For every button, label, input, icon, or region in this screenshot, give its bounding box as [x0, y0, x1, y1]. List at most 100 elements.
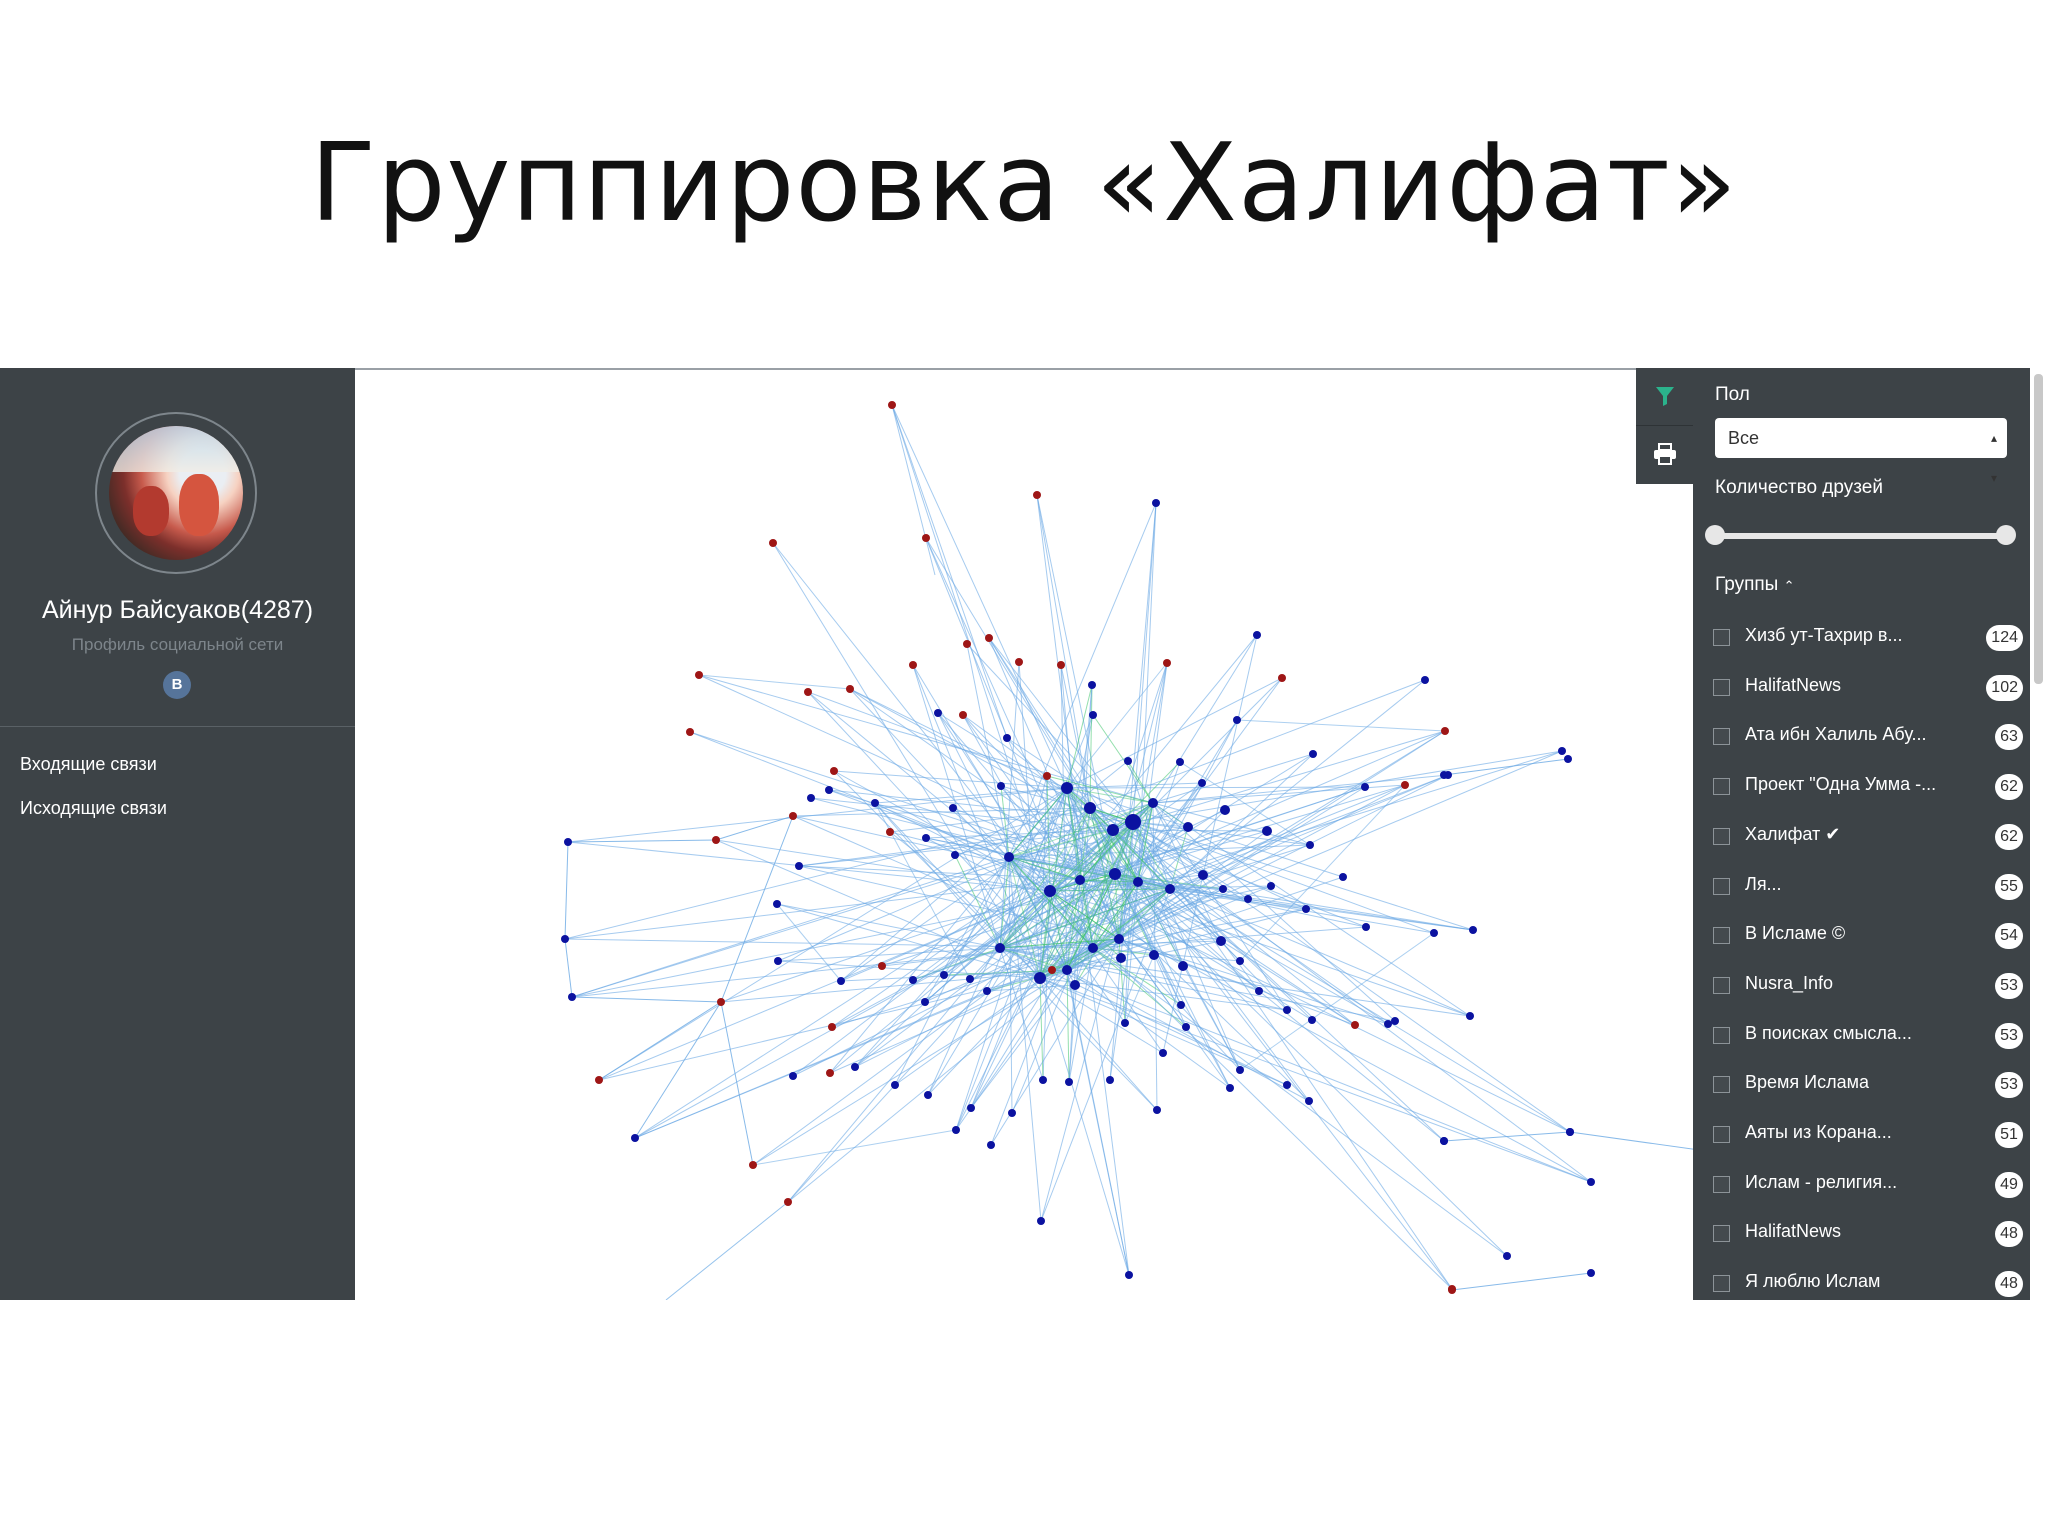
graph-node-blue[interactable]: [1198, 870, 1208, 880]
graph-node-blue[interactable]: [1182, 1023, 1190, 1031]
group-row[interactable]: Халифат ✔ 62: [1713, 819, 2023, 859]
group-row[interactable]: Хизб ут-Тахрир в... 124: [1713, 620, 2023, 660]
graph-node-blue[interactable]: [1236, 1066, 1244, 1074]
graph-node-blue[interactable]: [983, 987, 991, 995]
graph-node-blue[interactable]: [1362, 923, 1370, 931]
graph-node-blue[interactable]: [1421, 676, 1429, 684]
graph-node-red[interactable]: [922, 534, 930, 542]
graph-node-blue[interactable]: [1107, 824, 1119, 836]
graph-node-red[interactable]: [1057, 661, 1065, 669]
scrollbar-thumb[interactable]: [2034, 374, 2043, 684]
slider-min-handle[interactable]: [1705, 525, 1725, 545]
group-row[interactable]: HalifatNews 102: [1713, 670, 2023, 710]
graph-node-blue[interactable]: [1302, 905, 1310, 913]
graph-node-blue[interactable]: [1065, 1078, 1073, 1086]
scrollbar[interactable]: [2030, 368, 2048, 1300]
graph-node-red[interactable]: [695, 671, 703, 679]
graph-node-blue[interactable]: [1391, 1017, 1399, 1025]
graph-node-blue[interactable]: [1384, 1020, 1392, 1028]
graph-node-red[interactable]: [886, 828, 894, 836]
graph-node-blue[interactable]: [825, 786, 833, 794]
graph-node-blue[interactable]: [1037, 1217, 1045, 1225]
graph-node-blue[interactable]: [1075, 875, 1085, 885]
graph-node-red[interactable]: [985, 634, 993, 642]
graph-node-blue[interactable]: [1178, 961, 1188, 971]
graph-node-blue[interactable]: [921, 998, 929, 1006]
graph-node-blue[interactable]: [1125, 814, 1141, 830]
group-checkbox[interactable]: [1713, 1175, 1730, 1193]
print-button[interactable]: [1636, 426, 1693, 482]
graph-node-blue[interactable]: [1109, 868, 1121, 880]
group-row[interactable]: Ля... 55: [1713, 869, 2023, 909]
graph-node-red[interactable]: [878, 962, 886, 970]
graph-node-blue[interactable]: [1305, 1097, 1313, 1105]
group-checkbox[interactable]: [1713, 877, 1730, 895]
graph-node-red[interactable]: [1043, 772, 1051, 780]
slider-max-handle[interactable]: [1996, 525, 2016, 545]
graph-node-blue[interactable]: [966, 975, 974, 983]
graph-node-blue[interactable]: [995, 943, 1005, 953]
group-row[interactable]: В поисках смысла... 53: [1713, 1018, 2023, 1058]
graph-node-blue[interactable]: [1503, 1252, 1511, 1260]
group-checkbox[interactable]: [1713, 1076, 1730, 1094]
graph-node-blue[interactable]: [1153, 1106, 1161, 1114]
graph-node-red[interactable]: [1048, 966, 1056, 974]
group-row[interactable]: Nusra_Info 53: [1713, 968, 2023, 1008]
graph-node-red[interactable]: [717, 998, 725, 1006]
graph-node-red[interactable]: [1448, 1286, 1456, 1294]
graph-node-red[interactable]: [686, 728, 694, 736]
incoming-links-link[interactable]: Входящие связи: [20, 754, 157, 775]
network-graph-svg[interactable]: [355, 370, 1693, 1300]
graph-node-red[interactable]: [828, 1023, 836, 1031]
group-row[interactable]: В Исламе © 54: [1713, 918, 2023, 958]
graph-node-red[interactable]: [909, 661, 917, 669]
graph-node-blue[interactable]: [1152, 499, 1160, 507]
graph-node-red[interactable]: [804, 688, 812, 696]
graph-node-blue[interactable]: [1226, 1084, 1234, 1092]
graph-node-blue[interactable]: [1308, 1016, 1316, 1024]
graph-node-blue[interactable]: [922, 834, 930, 842]
graph-node-blue[interactable]: [1466, 1012, 1474, 1020]
graph-node-blue[interactable]: [1084, 802, 1096, 814]
filter-button[interactable]: [1636, 368, 1693, 424]
graph-node-blue[interactable]: [1339, 873, 1347, 881]
graph-node-blue[interactable]: [789, 1072, 797, 1080]
graph-node-blue[interactable]: [1244, 895, 1252, 903]
graph-node-blue[interactable]: [1361, 783, 1369, 791]
graph-node-blue[interactable]: [1159, 1049, 1167, 1057]
graph-node-blue[interactable]: [1034, 972, 1046, 984]
group-checkbox[interactable]: [1713, 1126, 1730, 1143]
graph-node-blue[interactable]: [1564, 755, 1572, 763]
graph-node-blue[interactable]: [1044, 885, 1056, 897]
graph-node-blue[interactable]: [949, 804, 957, 812]
graph-node-blue[interactable]: [851, 1063, 859, 1071]
group-checkbox[interactable]: [1713, 629, 1730, 646]
graph-node-blue[interactable]: [1121, 1019, 1129, 1027]
graph-node-blue[interactable]: [1220, 805, 1230, 815]
graph-node-blue[interactable]: [909, 976, 917, 984]
graph-node-blue[interactable]: [1124, 757, 1132, 765]
graph-node-blue[interactable]: [807, 794, 815, 802]
avatar[interactable]: [109, 426, 243, 560]
vk-icon[interactable]: B: [163, 671, 191, 699]
graph-node-red[interactable]: [1278, 674, 1286, 682]
graph-node-blue[interactable]: [1183, 822, 1193, 832]
groups-toggle[interactable]: Группы ⌃: [1715, 574, 1795, 596]
group-row[interactable]: HalifatNews 48: [1713, 1216, 2023, 1256]
graph-node-red[interactable]: [1163, 659, 1171, 667]
graph-node-blue[interactable]: [1008, 1109, 1016, 1117]
graph-node-blue[interactable]: [1070, 980, 1080, 990]
gender-select[interactable]: Все ▴ ▾: [1715, 418, 2007, 485]
group-checkbox[interactable]: [1713, 927, 1730, 945]
group-row[interactable]: Время Ислама 53: [1713, 1067, 2023, 1107]
group-row[interactable]: Аяты из Корана... 51: [1713, 1117, 2023, 1157]
graph-node-blue[interactable]: [837, 977, 845, 985]
graph-node-blue[interactable]: [1253, 631, 1261, 639]
graph-node-blue[interactable]: [1255, 987, 1263, 995]
group-checkbox[interactable]: [1713, 1275, 1730, 1293]
graph-node-red[interactable]: [712, 836, 720, 844]
graph-node-blue[interactable]: [631, 1134, 639, 1142]
graph-node-blue[interactable]: [1148, 798, 1158, 808]
graph-node-blue[interactable]: [967, 1104, 975, 1112]
graph-node-blue[interactable]: [1114, 934, 1124, 944]
